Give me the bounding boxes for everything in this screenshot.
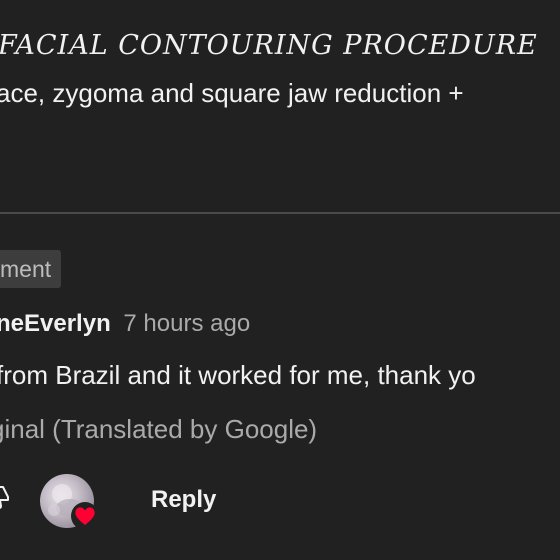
heart-icon	[70, 502, 100, 530]
creator-heart[interactable]	[40, 474, 100, 530]
divider	[0, 212, 560, 214]
comments-page: FACIAL CONTOURING PROCEDURE ace, zygoma …	[0, 0, 560, 560]
see-original-link[interactable]: ginal (Translated by Google)	[0, 414, 317, 445]
video-title: FACIAL CONTOURING PROCEDURE	[0, 30, 538, 61]
thumbs-down-glyph	[0, 486, 9, 509]
comment-author[interactable]: neEverlyn	[0, 310, 111, 337]
comment-chip[interactable]: ment	[0, 250, 62, 288]
comment-timestamp[interactable]: 7 hours ago	[123, 310, 250, 337]
thumbs-down-icon[interactable]	[0, 484, 12, 510]
video-description: ace, zygoma and square jaw reduction +	[0, 78, 464, 108]
comment-text: from Brazil and it worked for me, thank …	[0, 360, 476, 390]
comment-header: neEverlyn 7 hours ago	[0, 310, 250, 338]
reply-button[interactable]: Reply	[151, 486, 216, 514]
